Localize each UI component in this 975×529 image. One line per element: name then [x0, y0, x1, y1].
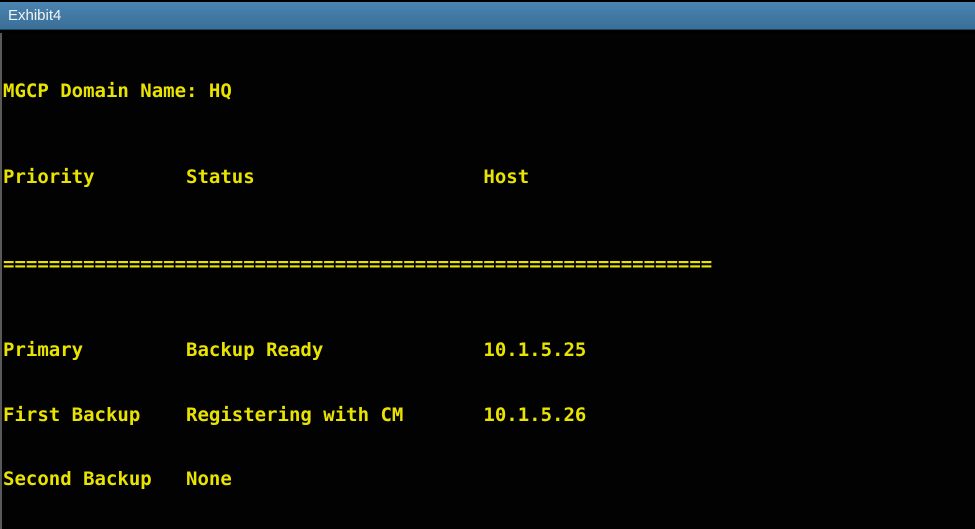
mgcp-server-row: First BackupRegistering with CM10.1.5.26 — [3, 405, 975, 425]
terminal-screen[interactable]: MGCP Domain Name: HQ PriorityStatusHost … — [0, 33, 975, 529]
table-separator: ========================================… — [3, 254, 975, 274]
status-header: Status — [186, 167, 483, 187]
row-priority: Second Backup — [3, 469, 186, 489]
mgcp-domain-line: MGCP Domain Name: HQ — [3, 81, 975, 101]
window-title: Exhibit4 — [8, 7, 61, 24]
table-header-row: PriorityStatusHost — [3, 167, 975, 187]
row-priority: First Backup — [3, 405, 186, 425]
row-status: Registering with CM — [186, 405, 483, 425]
row-status: Backup Ready — [186, 340, 483, 360]
window-titlebar[interactable]: Exhibit4 — [0, 2, 975, 30]
row-host: 10.1.5.25 — [483, 340, 586, 360]
terminal-left-edge — [0, 33, 2, 529]
host-header: Host — [483, 167, 529, 187]
priority-header: Priority — [3, 167, 186, 187]
row-priority: Primary — [3, 340, 186, 360]
mgcp-server-row: PrimaryBackup Ready10.1.5.25 — [3, 340, 975, 360]
mgcp-server-row: Second BackupNone — [3, 469, 975, 489]
row-status: None — [186, 469, 483, 489]
row-host: 10.1.5.26 — [483, 405, 586, 425]
